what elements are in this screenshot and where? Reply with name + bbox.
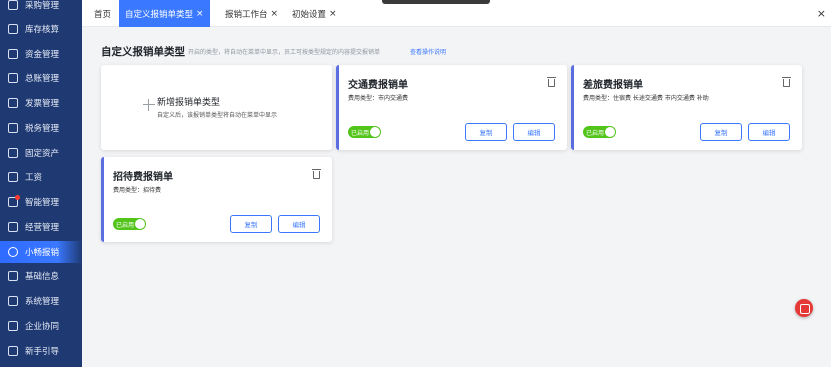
tab-initial-settings[interactable]: 初始设置 × (292, 0, 337, 27)
sidebar-item-smart[interactable]: 智能管理 (0, 191, 82, 213)
guide-icon (8, 346, 18, 356)
sidebar-item-label: 企业协同 (25, 322, 60, 332)
edit-button[interactable]: 编辑 (513, 123, 555, 141)
sidebar-item-purchase[interactable]: 采购管理 (0, 0, 82, 16)
info-icon (8, 271, 18, 281)
copy-button[interactable]: 复制 (230, 215, 272, 233)
add-type-description: 自定义后，该报销单类型将自动在菜单中显示 (157, 112, 278, 119)
smart-icon (8, 195, 20, 207)
tax-icon (8, 123, 18, 133)
edit-button[interactable]: 编辑 (748, 123, 790, 141)
card-expense-types: 费用类型：住宿费 长途交通费 市内交通费 补助 (583, 95, 709, 102)
help-link[interactable]: 查看操作说明 (410, 47, 446, 56)
edit-button[interactable]: 编辑 (278, 215, 320, 233)
sidebar-item-label: 固定资产 (25, 149, 60, 159)
invoice-icon (8, 98, 18, 108)
tab-home[interactable]: 首页 (94, 0, 111, 27)
add-type-card[interactable]: 新增报销单类型 自定义后，该报销单类型将自动在菜单中显示 (101, 65, 332, 150)
trash-icon[interactable] (547, 77, 556, 87)
tab-label: 首页 (94, 9, 112, 20)
sidebar-item-basic-info[interactable]: 基础信息 (0, 265, 82, 287)
sidebar-item-label: 库存核算 (25, 25, 60, 35)
close-icon[interactable]: × (271, 9, 279, 19)
settings-icon (8, 296, 18, 306)
enabled-toggle[interactable]: 已启用 (348, 126, 381, 138)
sidebar-item-label: 新手引导 (25, 347, 60, 357)
operations-icon (8, 222, 18, 232)
collaboration-icon (8, 321, 18, 331)
tab-custom-reimbursement-types[interactable]: 自定义报销单类型 × (119, 0, 210, 27)
close-icon[interactable]: × (196, 9, 204, 19)
sidebar-item-label: 基础信息 (25, 272, 60, 282)
tab-reimbursement-workbench[interactable]: 报销工作台 × (225, 0, 278, 27)
sidebar-item-system[interactable]: 系统管理 (0, 290, 82, 312)
assets-icon (8, 148, 18, 158)
add-type-title: 新增报销单类型 (157, 98, 221, 108)
copy-button[interactable]: 复制 (465, 123, 507, 141)
card-title: 交通费报销单 (348, 80, 408, 91)
card-title: 差旅费报销单 (583, 80, 643, 91)
page-title: 自定义报销单类型 (101, 46, 185, 58)
sidebar-item-guide[interactable]: 新手引导 (0, 340, 82, 362)
window-notch (382, 0, 490, 4)
sidebar-item-invoice[interactable]: 发票管理 (0, 92, 82, 114)
trash-icon[interactable] (782, 77, 791, 87)
plus-icon (143, 99, 155, 111)
sidebar-item-fixed-assets[interactable]: 固定资产 (0, 142, 82, 164)
sidebar-item-label: 工资 (25, 173, 43, 183)
sidebar-item-label: 采购管理 (25, 1, 60, 11)
tab-label: 报销工作台 (225, 9, 268, 20)
cart-icon (8, 0, 18, 10)
salary-icon (8, 172, 18, 182)
sidebar-item-funds[interactable]: 资金管理 (0, 43, 82, 65)
enabled-toggle[interactable]: 已启用 (583, 126, 616, 138)
sidebar-item-salary[interactable]: 工资 (0, 166, 82, 188)
sidebar-item-label: 小畅报销 (25, 248, 60, 258)
money-icon (8, 49, 18, 59)
sidebar-item-reimbursement[interactable]: 小畅报销 (0, 241, 82, 263)
floating-chat-button[interactable] (795, 299, 813, 317)
tab-bar: 首页 自定义报销单类型 × 报销工作台 × 初始设置 × × (82, 0, 831, 27)
warehouse-icon (8, 24, 18, 34)
toggle-label: 已启用 (586, 129, 605, 137)
toggle-knob (605, 127, 615, 137)
trash-icon[interactable] (312, 169, 321, 179)
enabled-toggle[interactable]: 已启用 (113, 218, 146, 230)
tab-label: 自定义报销单类型 (125, 9, 194, 20)
sidebar-item-label: 资金管理 (25, 50, 60, 60)
close-icon[interactable]: × (329, 9, 337, 19)
sidebar-item-label: 发票管理 (25, 99, 60, 109)
sidebar-item-label: 智能管理 (25, 198, 60, 208)
sidebar-item-tax[interactable]: 税务管理 (0, 117, 82, 139)
card-title: 招待费报销单 (113, 172, 173, 183)
reimbursement-type-card: 招待费报销单 费用类型：招待费 已启用 复制 编辑 (101, 157, 332, 242)
sidebar-item-label: 税务管理 (25, 124, 60, 134)
toggle-label: 已启用 (351, 129, 370, 137)
page-description: 开启的类型，将自动在菜单中显示，员工可按类型规定的内容提交报销单 (188, 49, 381, 56)
card-expense-types: 费用类型：市内交通费 (348, 95, 409, 102)
sidebar-item-label: 总账管理 (25, 74, 60, 84)
toggle-knob (370, 127, 380, 137)
sidebar-item-inventory[interactable]: 库存核算 (0, 18, 82, 40)
card-expense-types: 费用类型：招待费 (113, 187, 162, 194)
sidebar-item-label: 系统管理 (25, 297, 60, 307)
reimbursement-type-card: 差旅费报销单 费用类型：住宿费 长途交通费 市内交通费 补助 已启用 复制 编辑 (571, 65, 802, 150)
toggle-knob (135, 219, 145, 229)
copy-button[interactable]: 复制 (700, 123, 742, 141)
sidebar-item-ledger[interactable]: 总账管理 (0, 67, 82, 89)
notification-dot (15, 195, 20, 200)
close-all-tabs-icon[interactable]: × (817, 7, 826, 20)
ledger-icon (8, 73, 18, 83)
reimbursement-type-card: 交通费报销单 费用类型：市内交通费 已启用 复制 编辑 (336, 65, 567, 150)
sidebar-item-collaboration[interactable]: 企业协同 (0, 315, 82, 337)
tab-label: 初始设置 (292, 9, 327, 20)
sidebar-item-operations[interactable]: 经营管理 (0, 216, 82, 238)
sidebar: 采购管理 库存核算 资金管理 总账管理 发票管理 税务管理 固定资产 工资 智能… (0, 0, 82, 367)
reimbursement-icon (8, 247, 18, 257)
toggle-label: 已启用 (116, 221, 135, 229)
sidebar-item-label: 经营管理 (25, 223, 60, 233)
